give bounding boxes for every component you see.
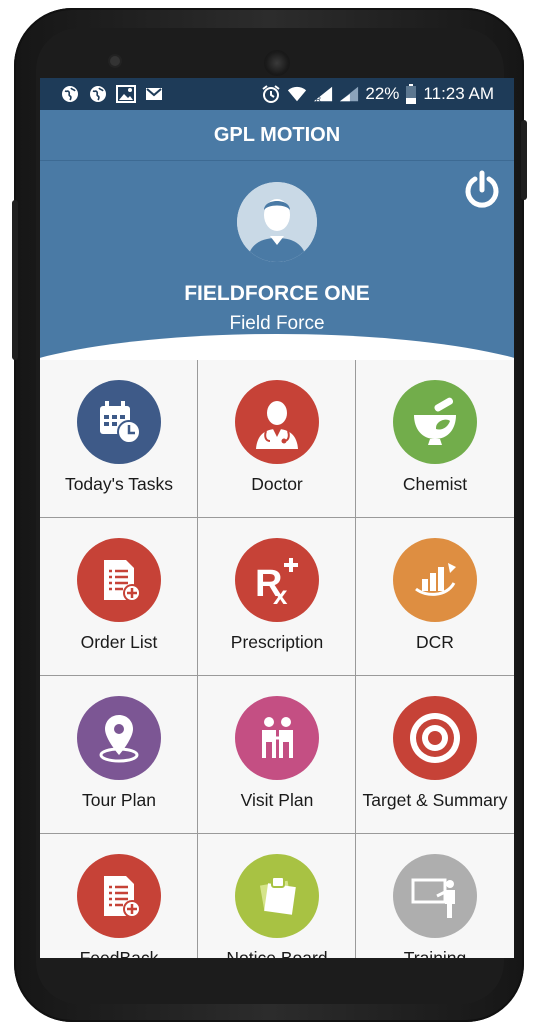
globe-icon	[60, 84, 80, 104]
menu-label: FeedBack	[79, 948, 159, 958]
menu-label: Chemist	[402, 474, 468, 494]
menu-tile-visit-plan[interactable]: Visit Plan	[198, 676, 356, 834]
screen: R 22% 11:23 AM GPL MOTION FIELDFORCE ONE…	[40, 78, 514, 958]
app-bar: GPL MOTION	[40, 110, 514, 161]
power-icon[interactable]	[462, 170, 502, 210]
menu-label: Target & Summary	[362, 790, 508, 810]
menu-label: Notice Board	[226, 948, 328, 958]
svg-text:x: x	[273, 580, 288, 608]
front-camera	[110, 56, 120, 66]
signal-icon: R	[313, 84, 333, 104]
menu-label: DCR	[416, 632, 454, 652]
mortar-pestle-icon	[393, 380, 477, 464]
menu-tile-tour-plan[interactable]: Tour Plan	[40, 676, 198, 834]
menu-label: Order List	[80, 632, 158, 652]
user-role: Field Force	[229, 313, 325, 334]
signal-icon	[339, 84, 359, 104]
menu-tile-todays-tasks[interactable]: Today's Tasks	[40, 360, 198, 518]
volume-button	[12, 200, 18, 360]
menu-label: Training	[403, 948, 467, 958]
clock-time: 11:23 AM	[423, 84, 494, 103]
map-pin-icon	[77, 696, 161, 780]
visit-icon	[235, 696, 319, 780]
profile-header: GPL MOTION FIELDFORCE ONE Field Force	[40, 110, 514, 360]
globe-icon	[88, 84, 108, 104]
menu-tile-training[interactable]: Training	[356, 834, 514, 958]
menu-tile-feedback[interactable]: FeedBack	[40, 834, 198, 958]
training-icon	[393, 854, 477, 938]
menu-label: Prescription	[230, 632, 324, 652]
calendar-clock-icon	[77, 380, 161, 464]
user-name: FIELDFORCE ONE	[184, 282, 370, 305]
menu-tile-chemist[interactable]: Chemist	[356, 360, 514, 518]
menu-tile-prescription[interactable]: Rx Prescription	[198, 518, 356, 676]
menu-label: Today's Tasks	[64, 474, 174, 494]
alarm-icon	[261, 84, 281, 104]
user-avatar-icon[interactable]	[237, 182, 317, 262]
menu-tile-dcr[interactable]: DCR	[356, 518, 514, 676]
doctor-icon	[235, 380, 319, 464]
battery-percent: 22%	[365, 84, 400, 103]
menu-label: Doctor	[251, 474, 303, 494]
order-list-icon	[77, 538, 161, 622]
menu-tile-doctor[interactable]: Doctor	[198, 360, 356, 518]
rx-icon: Rx	[235, 538, 319, 622]
menu-grid: Today's Tasks Doctor Chemist Order List	[40, 360, 514, 958]
menu-label: Tour Plan	[82, 790, 156, 810]
speaker-grille	[264, 50, 290, 76]
image-icon	[116, 84, 136, 104]
battery-icon	[405, 84, 417, 104]
mail-icon	[144, 84, 164, 104]
bar-chart-icon	[393, 538, 477, 622]
menu-tile-target-summary[interactable]: Target & Summary	[356, 676, 514, 834]
notice-board-icon	[235, 854, 319, 938]
feedback-icon	[77, 854, 161, 938]
wifi-icon	[287, 84, 307, 104]
menu-tile-order-list[interactable]: Order List	[40, 518, 198, 676]
status-bar: R 22% 11:23 AM	[40, 78, 514, 110]
power-side-button	[521, 120, 527, 200]
target-icon	[393, 696, 477, 780]
header-curve	[40, 334, 514, 360]
app-title: GPL MOTION	[213, 123, 341, 146]
menu-tile-notice-board[interactable]: Notice Board	[198, 834, 356, 958]
menu-label: Visit Plan	[240, 790, 314, 810]
svg-text:R: R	[316, 94, 321, 103]
